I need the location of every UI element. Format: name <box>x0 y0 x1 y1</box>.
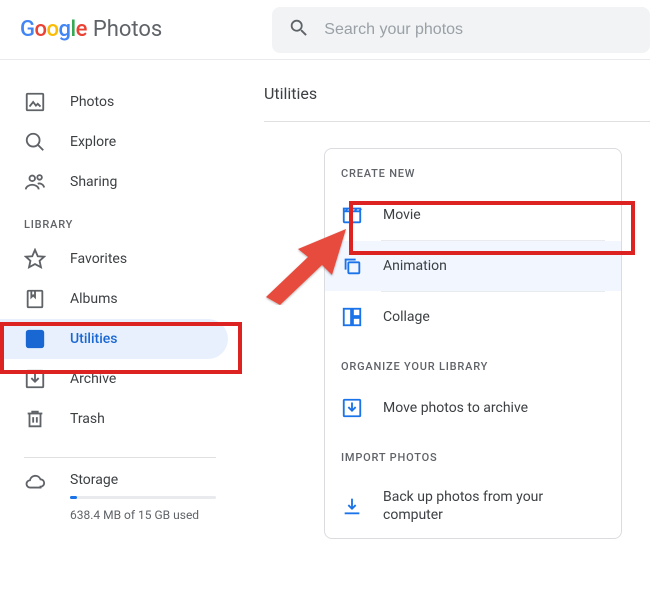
nav-label: Trash <box>70 411 105 427</box>
trash-icon <box>24 408 46 430</box>
search-input[interactable] <box>324 21 634 39</box>
search-icon <box>288 17 310 43</box>
storage-bar <box>70 496 216 499</box>
nav-label: Albums <box>70 291 118 307</box>
star-icon <box>24 248 46 270</box>
sidebar-item-albums[interactable]: Albums <box>0 279 228 319</box>
organize-label: ORGANIZE YOUR LIBRARY <box>325 342 621 383</box>
sidebar-item-favorites[interactable]: Favorites <box>0 239 228 279</box>
item-label: Move photos to archive <box>383 399 528 417</box>
sidebar-divider <box>24 457 216 458</box>
cloud-icon <box>24 472 46 494</box>
people-icon <box>24 171 46 193</box>
item-label: Animation <box>383 257 447 275</box>
sidebar-item-sharing[interactable]: Sharing <box>0 162 228 202</box>
product-name: Photos <box>93 17 162 42</box>
sidebar-item-archive[interactable]: Archive <box>0 359 228 399</box>
create-new-label: CREATE NEW <box>325 149 621 190</box>
storage-row[interactable]: Storage 638.4 MB of 15 GB used <box>0 472 240 524</box>
storage-text: 638.4 MB of 15 GB used <box>70 507 216 524</box>
search-box[interactable] <box>272 7 650 53</box>
sidebar: Photos Explore Sharing LIBRARY Favorites… <box>0 60 240 539</box>
import-label: IMPORT PHOTOS <box>325 433 621 474</box>
nav-label: Sharing <box>70 174 117 190</box>
library-label: LIBRARY <box>0 202 240 239</box>
nav-label: Favorites <box>70 251 127 267</box>
move-archive-item[interactable]: Move photos to archive <box>325 383 621 433</box>
sidebar-item-utilities[interactable]: Utilities <box>0 319 228 359</box>
collage-icon <box>341 306 363 328</box>
nav-label: Photos <box>70 94 114 110</box>
item-label: Back up photos from your computer <box>383 488 605 524</box>
sidebar-item-explore[interactable]: Explore <box>0 122 228 162</box>
create-collage-item[interactable]: Collage <box>325 292 621 342</box>
create-animation-item[interactable]: Animation <box>325 241 621 291</box>
stack-icon <box>341 255 363 277</box>
clapper-icon <box>341 204 363 226</box>
archive-down-icon <box>341 397 363 419</box>
sidebar-item-photos[interactable]: Photos <box>0 82 228 122</box>
nav-label: Archive <box>70 371 116 387</box>
archive-icon <box>24 368 46 390</box>
main-content: Utilities CREATE NEW Movie Animation Col… <box>240 60 650 539</box>
page-title: Utilities <box>264 84 650 122</box>
create-movie-item[interactable]: Movie <box>325 190 621 240</box>
google-wordmark: Google <box>20 17 87 42</box>
search-icon <box>24 131 46 153</box>
nav-label: Utilities <box>70 331 117 347</box>
utilities-card: CREATE NEW Movie Animation Collage ORGAN… <box>324 148 622 539</box>
nav-label: Explore <box>70 134 116 150</box>
storage-label: Storage <box>70 472 216 488</box>
download-icon <box>341 495 363 517</box>
bookmark-icon <box>24 288 46 310</box>
image-icon <box>24 91 46 113</box>
app-header: Google Photos <box>0 0 650 60</box>
item-label: Collage <box>383 308 430 326</box>
check-square-icon <box>24 328 46 350</box>
backup-item[interactable]: Back up photos from your computer <box>325 474 621 538</box>
google-photos-logo: Google Photos <box>20 17 162 42</box>
item-label: Movie <box>383 206 421 224</box>
sidebar-item-trash[interactable]: Trash <box>0 399 228 439</box>
